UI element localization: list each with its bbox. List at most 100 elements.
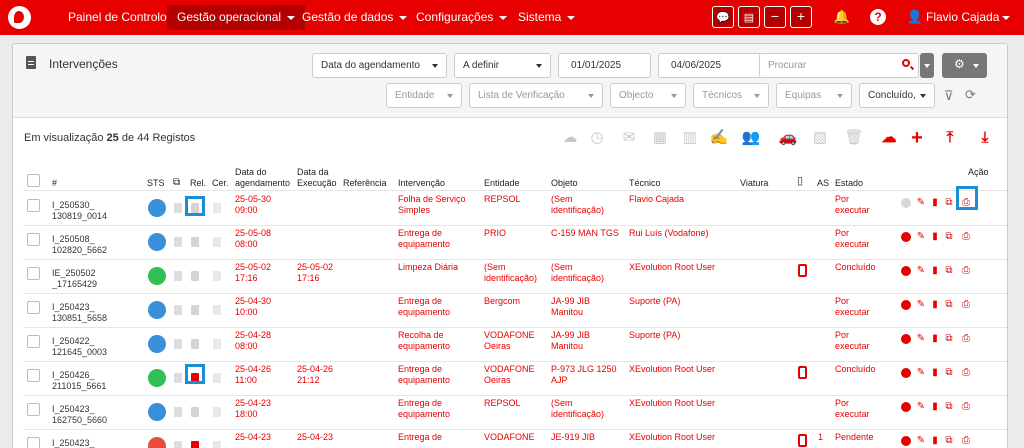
edit-icon[interactable]: ✎ bbox=[916, 435, 926, 446]
report-icon[interactable] bbox=[191, 237, 199, 247]
entidade-filter[interactable]: Entidade bbox=[386, 83, 462, 108]
excel-icon[interactable]: ▧ bbox=[810, 128, 830, 148]
entity-name[interactable]: VODAFONE bbox=[484, 432, 535, 443]
delete-icon[interactable]: ▮ bbox=[930, 231, 940, 242]
duplicate-icon[interactable]: ⧉ bbox=[944, 231, 954, 242]
building-icon[interactable]: ▥ bbox=[680, 128, 700, 148]
signature-icon[interactable]: ✍ bbox=[709, 128, 729, 148]
print-icon[interactable]: ⎙ bbox=[961, 299, 971, 310]
object-name[interactable]: P-973 JLG 1250 AJP bbox=[551, 364, 617, 386]
object-name[interactable]: JA-99 JIB Manitou bbox=[551, 296, 590, 318]
intervention-id[interactable]: I_250508_ 102820_5662 bbox=[52, 234, 107, 256]
zoom-out-button[interactable]: − bbox=[764, 6, 786, 28]
header-rel[interactable]: Rel. bbox=[190, 178, 206, 189]
report-icon[interactable] bbox=[191, 441, 199, 448]
row-checkbox[interactable] bbox=[27, 267, 40, 280]
date-to-input[interactable]: 04/06/2025 bbox=[658, 53, 762, 78]
delete-icon[interactable]: ▮ bbox=[930, 435, 940, 446]
trash-icon[interactable]: 🗑 bbox=[844, 128, 864, 148]
status-filter[interactable]: Concluído, bbox=[859, 83, 935, 108]
date-type-select[interactable]: Data do agendamento bbox=[312, 53, 447, 78]
assign-user-icon[interactable] bbox=[901, 334, 911, 344]
search-input[interactable]: Procurar bbox=[759, 53, 919, 78]
nav-gestao-dados[interactable]: Gestão de dados bbox=[292, 5, 417, 30]
technician-name[interactable]: XEvolution Root User bbox=[629, 262, 715, 273]
header-objeto[interactable]: Objeto bbox=[551, 178, 578, 189]
download-icon[interactable]: ⤓ bbox=[975, 128, 995, 148]
intervention-id[interactable]: I_250423_ 130851_5658 bbox=[52, 302, 107, 324]
intervention-id[interactable]: I_250423_ 162750_5660 bbox=[52, 404, 107, 426]
certificate-icon[interactable] bbox=[213, 271, 221, 281]
entity-name[interactable]: Bergcom bbox=[484, 296, 520, 307]
technician-name[interactable]: Rui Luís (Vodafone) bbox=[629, 228, 709, 239]
contact-card-button[interactable]: ▤ bbox=[738, 6, 760, 28]
technician-name[interactable]: XEvolution Root User bbox=[629, 432, 715, 443]
header-estado[interactable]: Estado bbox=[835, 178, 863, 189]
assign-user-icon[interactable] bbox=[901, 266, 911, 276]
report-icon[interactable] bbox=[191, 339, 199, 349]
edit-icon[interactable]: ✎ bbox=[916, 197, 926, 208]
entity-name[interactable]: VODAFONE Oeiras bbox=[484, 364, 535, 386]
header-as[interactable]: AS bbox=[817, 178, 829, 189]
intervention-type[interactable]: Entrega de equipamento bbox=[398, 398, 450, 420]
row-checkbox[interactable] bbox=[27, 437, 40, 448]
technician-name[interactable]: XEvolution Root User bbox=[629, 364, 715, 375]
date-from-input[interactable]: 01/01/2025 bbox=[558, 53, 651, 78]
certificate-icon[interactable] bbox=[213, 203, 221, 213]
intervention-type[interactable]: Folha de Serviço Simples bbox=[398, 194, 466, 216]
intervention-id[interactable]: I_250530_ 130819_0014 bbox=[52, 200, 107, 222]
header-viatura[interactable]: Viatura bbox=[740, 178, 768, 189]
certificate-icon[interactable] bbox=[213, 441, 221, 448]
header-cer[interactable]: Cer. bbox=[212, 178, 229, 189]
duplicate-icon[interactable]: ⧉ bbox=[944, 265, 954, 276]
edit-icon[interactable]: ✎ bbox=[916, 231, 926, 242]
row-checkbox[interactable] bbox=[27, 233, 40, 246]
print-icon[interactable]: ⎙ bbox=[961, 401, 971, 412]
intervention-id[interactable]: I_250426_ 211015_5661 bbox=[52, 370, 106, 392]
users-icon[interactable]: 👥 bbox=[741, 128, 761, 148]
entity-name[interactable]: VODAFONE Oeiras bbox=[484, 330, 535, 352]
technician-name[interactable]: Suporte (PA) bbox=[629, 330, 680, 341]
entity-name[interactable]: (Sem identificação) bbox=[484, 262, 537, 284]
print-icon[interactable]: ⎙ bbox=[961, 367, 971, 378]
header-acao[interactable]: Ação bbox=[968, 167, 989, 178]
delete-icon[interactable]: ▮ bbox=[930, 367, 940, 378]
intervention-type[interactable]: Entrega de equipamento bbox=[398, 364, 450, 386]
edit-icon[interactable]: ✎ bbox=[916, 265, 926, 276]
checklist-filter[interactable]: Lista de Verificação bbox=[469, 83, 603, 108]
entity-name[interactable]: REPSOL bbox=[484, 194, 521, 205]
object-name[interactable]: (Sem identificação) bbox=[551, 398, 604, 420]
certificate-icon[interactable] bbox=[213, 373, 221, 383]
duplicate-icon[interactable]: ⧉ bbox=[944, 197, 954, 208]
print-icon[interactable]: ⎙ bbox=[961, 265, 971, 276]
duplicate-icon[interactable]: ⧉ bbox=[944, 299, 954, 310]
edit-icon[interactable]: ✎ bbox=[916, 333, 926, 344]
entity-name[interactable]: REPSOL bbox=[484, 398, 521, 409]
teams-filter[interactable]: Equipas bbox=[776, 83, 852, 108]
row-checkbox[interactable] bbox=[27, 199, 40, 212]
intervention-id[interactable]: I_250422_ 121645_0003 bbox=[52, 336, 107, 358]
car-icon[interactable]: 🚗 bbox=[778, 128, 798, 148]
assign-user-icon[interactable] bbox=[901, 436, 911, 446]
edit-icon[interactable]: ✎ bbox=[916, 367, 926, 378]
zoom-in-button[interactable]: + bbox=[790, 6, 812, 28]
technician-name[interactable]: Suporte (PA) bbox=[629, 296, 680, 307]
row-checkbox[interactable] bbox=[27, 335, 40, 348]
print-icon[interactable]: ⎙ bbox=[961, 435, 971, 446]
header-entidade[interactable]: Entidade bbox=[484, 178, 520, 189]
header-tecnico[interactable]: Técnico bbox=[629, 178, 661, 189]
header-intervencao[interactable]: Intervenção bbox=[398, 178, 445, 189]
header-agendamento[interactable]: Data do agendamento bbox=[235, 167, 290, 189]
technician-name[interactable]: XEvolution Root User bbox=[629, 398, 715, 409]
nav-gestao-operacional[interactable]: Gestão operacional bbox=[167, 5, 306, 30]
certificate-icon[interactable] bbox=[213, 339, 221, 349]
cloud-add-icon[interactable]: ☁ bbox=[879, 128, 899, 148]
object-filter[interactable]: Objecto bbox=[610, 83, 686, 108]
envelope-icon[interactable]: ✉ bbox=[619, 128, 639, 148]
period-select[interactable]: A definir bbox=[454, 53, 551, 78]
report-icon[interactable] bbox=[191, 271, 199, 281]
assign-user-icon[interactable] bbox=[901, 402, 911, 412]
delete-icon[interactable]: ▮ bbox=[930, 333, 940, 344]
intervention-type[interactable]: Recolha de equipamento bbox=[398, 330, 450, 352]
technicians-filter[interactable]: Técnicos bbox=[693, 83, 769, 108]
